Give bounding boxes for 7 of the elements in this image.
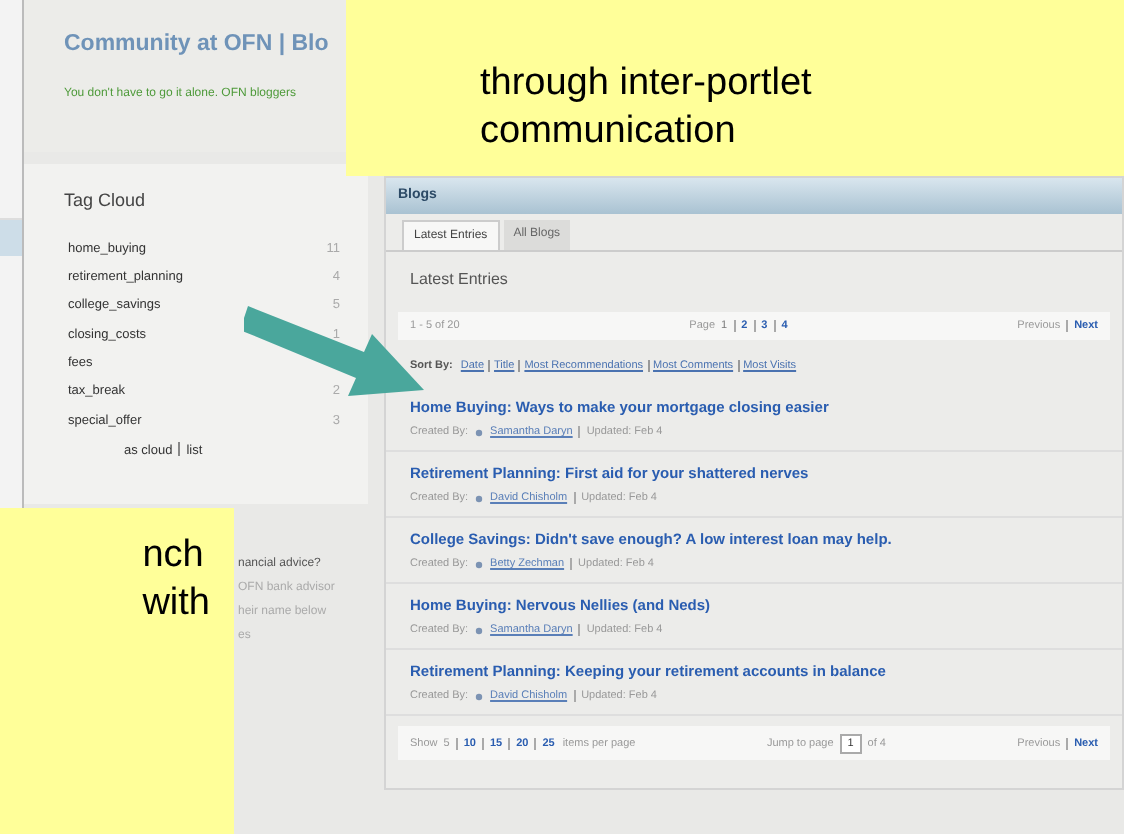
callout-text: with [142,580,210,628]
section-heading: Latest Entries [408,268,510,292]
callout-text: through inter-portlet [480,60,814,108]
site-title: Community at OFN | Blo [64,30,331,60]
callout-text: communication [480,108,738,156]
panel-title: Tag Cloud [64,188,148,214]
callout-text: nch [142,532,204,580]
